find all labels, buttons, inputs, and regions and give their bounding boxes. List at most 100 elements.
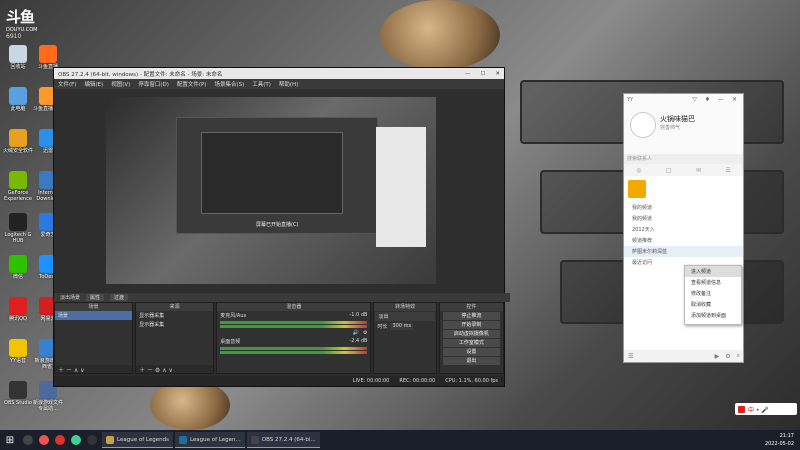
control-button[interactable]: 开始录制 <box>442 321 500 329</box>
yy-section[interactable]: 我的频道 <box>624 202 743 213</box>
filters-button[interactable]: 过渡 <box>110 294 129 301</box>
source-item[interactable]: 显示器采集 <box>136 311 213 320</box>
yy-section[interactable]: 我的频道 <box>624 213 743 224</box>
obs-menu-item[interactable]: 帮助(H) <box>279 80 298 88</box>
yy-icon <box>9 339 27 357</box>
pinned-app-icon[interactable] <box>87 435 97 445</box>
nested-caption: 屏幕已开始直播(C) <box>256 222 299 228</box>
desktop-shortcut[interactable]: 腾讯QQ <box>3 297 33 322</box>
scene-item[interactable]: 场景 <box>55 311 133 320</box>
mixer-header: 混音器 <box>217 303 371 311</box>
source-item[interactable]: 显示器采集 <box>136 320 213 329</box>
sources-dock: 来源 显示器采集 显示器采集 ＋ － ⚙ ∧ ∨ <box>135 302 215 374</box>
tray-text: 中 • 🎤 <box>748 406 769 414</box>
obs-titlebar[interactable]: OBS 27.2.4 (64-bit, windows) - 配置文件: 未命名… <box>54 68 504 79</box>
obs-menu-item[interactable]: 配置文件(P) <box>177 80 207 88</box>
cpu-status: CPU: 1.1%, 60.00 fps <box>445 378 498 384</box>
scene-controls[interactable]: ＋ － ∧ ∨ <box>55 365 133 374</box>
rec-status: REC: 00:00:00 <box>399 378 436 384</box>
taskbar-app-label: OBS 27.2.4 (64-bi... <box>261 436 316 443</box>
obs-title-text: OBS 27.2.4 (64-bit, windows) - 配置文件: 未命名… <box>58 71 223 78</box>
chrome-icon[interactable] <box>71 435 81 445</box>
yy-tab[interactable]: ◎ <box>636 167 641 174</box>
computer-icon <box>9 87 27 105</box>
control-button[interactable]: 启动虚拟摄像机 <box>442 330 500 338</box>
obs-menu-item[interactable]: 文件(F) <box>58 80 76 88</box>
pinned-app-icon[interactable] <box>55 435 65 445</box>
recycle-bin-icon <box>9 45 27 63</box>
desktop-shortcut[interactable]: YY语音 <box>3 339 33 364</box>
search-input[interactable]: 搜索联系人 <box>624 154 743 164</box>
maximize-icon[interactable]: ☐ <box>480 71 485 77</box>
transition-label: 淡出场景 <box>60 295 81 301</box>
windows-start-icon[interactable]: ⊞ <box>0 435 20 446</box>
desktop-shortcut[interactable]: OBS Studio <box>3 381 33 406</box>
taskbar-app-button[interactable]: OBS 27.2.4 (64-bi... <box>246 432 320 448</box>
search-icon[interactable] <box>23 435 33 445</box>
control-button[interactable]: 停止推流 <box>442 312 500 320</box>
pinned-app-icon[interactable] <box>39 435 49 445</box>
desktop-shortcut[interactable]: Logitech G HUB <box>3 213 33 244</box>
desktop-shortcut[interactable]: 回收站 <box>3 45 33 70</box>
taskbar-app-label: League of Legends <box>117 436 169 443</box>
obs-menu-item[interactable]: 停靠窗口(D) <box>138 80 169 88</box>
yy-section[interactable]: 频道推荐 <box>624 235 743 246</box>
desktop-shortcut[interactable]: GeForce Experience <box>3 171 33 202</box>
transition-bar: 淡出场景 属性 过渡 <box>54 293 510 302</box>
context-menu-item[interactable]: 进入频道 <box>685 266 741 277</box>
desktop-shortcut[interactable]: 微信 <box>3 255 33 280</box>
settings-icon[interactable]: ⚙ <box>725 353 730 360</box>
yy-tab[interactable]: ☰ <box>725 167 730 174</box>
obs-docks: 场景 场景 ＋ － ∧ ∨ 来源 显示器采集 显示器采集 ＋ － ⚙ ∧ ∨ 混… <box>54 302 504 374</box>
obs-menu-item[interactable]: 工具(T) <box>252 80 271 88</box>
video-icon[interactable]: ▶ <box>715 353 720 360</box>
sources-header: 来源 <box>136 303 214 311</box>
control-button[interactable]: 退出 <box>442 357 500 365</box>
obs-menu-item[interactable]: 视图(V) <box>111 80 130 88</box>
minimize-icon[interactable]: — <box>465 71 471 77</box>
scenes-dock: 场景 场景 ＋ － ∧ ∨ <box>54 302 134 374</box>
obs-preview[interactable]: 屏幕已开始直播(C) <box>54 89 504 292</box>
obs-menu-item[interactable]: 编辑(E) <box>84 80 103 88</box>
context-menu-item[interactable]: 取消收藏 <box>685 299 741 310</box>
desktop-shortcut[interactable]: 火绒安全软件 <box>3 129 33 154</box>
mic-meter <box>220 325 368 328</box>
search-icon[interactable]: ⌕ <box>737 352 743 360</box>
context-menu-item[interactable]: 查看频道信息 <box>685 277 741 288</box>
mic-track-name: 麦克风/Aux <box>220 313 247 319</box>
control-button[interactable]: 设置 <box>442 348 500 356</box>
clock[interactable]: 21:17 2022-05-02 <box>765 432 794 448</box>
yy-tab[interactable]: □ <box>666 167 672 174</box>
obs-window[interactable]: OBS 27.2.4 (64-bit, windows) - 配置文件: 未命名… <box>53 67 510 387</box>
douyu-watermark: 斗鱼 DOUYU.COM 6910 <box>6 6 48 40</box>
yy-window-controls[interactable]: ▽ ♦ — ✕ <box>692 96 740 103</box>
input-method-tray[interactable]: 中 • 🎤 <box>735 403 797 415</box>
home-icon[interactable] <box>628 180 646 198</box>
clock-time: 21:17 <box>779 433 794 439</box>
menu-icon[interactable]: ☰ <box>628 353 633 360</box>
desktop-shortcut-label: 火绒安全软件 <box>3 148 34 154</box>
live-status: LIVE: 00:00:00 <box>352 378 390 384</box>
close-icon[interactable]: ✕ <box>495 71 500 77</box>
taskbar-app-button[interactable]: League of Legends <box>102 432 173 448</box>
obs-menu-item[interactable]: 场景集合(S) <box>214 80 244 88</box>
avatar[interactable] <box>630 112 656 138</box>
yy-bottom-bar: ☰ ▶ ⚙ ⌕ <box>624 350 743 362</box>
source-controls[interactable]: ＋ － ⚙ ∧ ∨ <box>136 365 214 374</box>
context-menu-item[interactable]: 添加频道到桌面 <box>685 310 741 321</box>
transition-select[interactable]: 淡出 <box>375 312 435 321</box>
app-icon <box>250 435 259 444</box>
context-menu-item[interactable]: 修改备注 <box>685 288 741 299</box>
volume-icon[interactable]: 🔊 <box>353 330 359 336</box>
yy-section[interactable]: 2012天入 <box>624 224 743 235</box>
properties-button[interactable]: 属性 <box>86 294 105 301</box>
controls-dock: 控件 停止推流 开始录制 启动虚拟摄像机 工作室模式 设置 退出 <box>438 302 504 374</box>
yy-tab[interactable]: ✉ <box>696 167 701 174</box>
gear-icon[interactable]: ⚙ <box>363 330 367 336</box>
yy-contact[interactable]: 萨图米尔莉深蓝 <box>624 246 743 257</box>
taskbar-app-button[interactable]: League of Legen... <box>174 432 245 448</box>
desktop-shortcut[interactable]: 此电脑 <box>3 87 33 112</box>
duration-input[interactable]: 300 ms <box>390 323 414 330</box>
transitions-dock: 转场特效 淡出 时长 300 ms <box>373 302 437 374</box>
control-button[interactable]: 工作室模式 <box>442 339 500 347</box>
